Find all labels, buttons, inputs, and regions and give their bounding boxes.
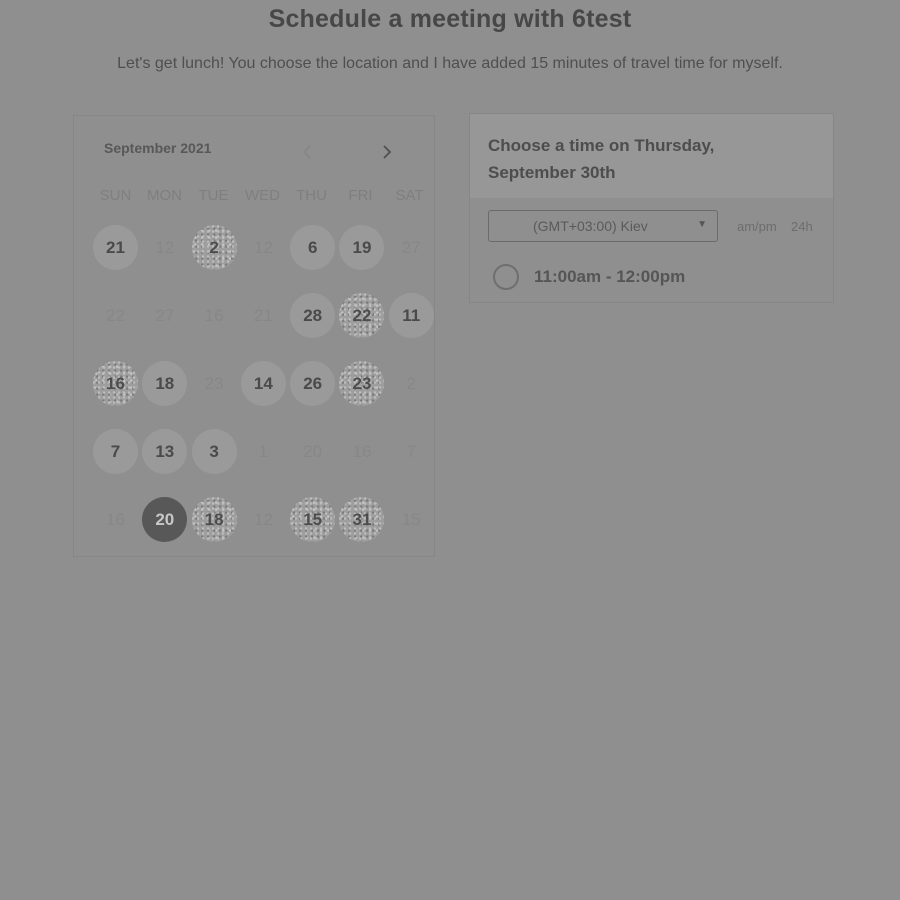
time-picker-title: Choose a time on Thursday, September 30t… [488,136,715,182]
timezone-value: (GMT+03:00) Kiev [533,218,648,234]
calendar-day: 21 [253,305,273,325]
previous-month-button[interactable] [295,140,319,164]
chevron-left-icon [302,145,311,159]
calendar-day: 22 [106,305,125,325]
weekday-label: TUE [198,187,229,204]
calendar-day: 27 [401,237,421,257]
time-slot-option[interactable]: 11:00am - 12:00pm [493,264,813,290]
next-month-button[interactable] [375,140,399,164]
format-ampm-toggle[interactable]: am/pm [737,219,777,234]
time-slot-label: 11:00am - 12:00pm [534,267,686,286]
weekday-label: WED [245,187,280,204]
calendar-day[interactable]: 26 [290,361,336,406]
calendar-day: 16 [352,441,372,461]
calendar-day[interactable]: 7 [93,429,138,474]
calendar-day: 16 [106,509,125,529]
calendar-day[interactable]: 11 [388,293,434,338]
calendar-day[interactable]: 22 [339,293,385,338]
calendar-day[interactable]: 21 [93,225,138,270]
calendar-day: 1 [258,441,269,461]
calendar-day[interactable]: 13 [142,429,188,474]
weekday-label: SAT [395,187,424,204]
calendar-day[interactable]: 16 [93,361,138,406]
caret-down-icon: ▼ [697,219,707,230]
calendar-day: 27 [155,305,175,325]
calendar-day-selected[interactable]: 20 [142,497,188,542]
calendar-day: 12 [253,509,273,529]
calendar-day: 12 [155,237,175,257]
calendar-day[interactable]: 31 [339,497,385,542]
calendar-day: 15 [401,509,421,529]
calendar-day: 12 [253,237,273,257]
radio-button[interactable] [493,264,519,290]
chevron-right-icon [383,145,392,159]
calendar-day[interactable]: 2 [191,225,237,270]
calendar-day: 2 [406,373,417,393]
time-picker-panel: Choose a time on Thursday, September 30t… [469,113,834,303]
calendar-day: 16 [204,305,224,325]
calendar-day[interactable]: 14 [240,361,286,406]
page-title: Schedule a meeting with 6test [268,5,632,33]
calendar-day[interactable]: 28 [290,293,336,338]
weekday-label: MON [147,187,182,204]
time-picker-header: Choose a time on Thursday, September 30t… [470,114,833,198]
weekday-label: THU [296,187,327,204]
timezone-select[interactable]: (GMT+03:00) Kiev ▼ [488,210,718,242]
calendar-day: 23 [204,373,224,393]
calendar-day[interactable]: 19 [339,225,385,270]
calendar-day: 7 [406,441,417,461]
calendar-panel: September 2021 SUN MON TUE WED THU FRI SAT 21 1… [73,115,435,557]
calendar-month-label: September 2021 [104,140,212,156]
page-subtitle: Let's get lunch! You choose the location… [117,55,783,72]
weekday-label: SUN [99,187,132,204]
calendar-day[interactable]: 3 [191,429,237,474]
weekday-header-row: SUN MON TUE WED THU FRI SAT [91,187,434,204]
format-24h-toggle[interactable]: 24h [791,219,813,234]
weekday-label: FRI [348,187,373,204]
calendar-day[interactable]: 18 [142,361,188,406]
scheduling-page: Schedule a meeting with 6test Let's get … [0,0,900,900]
calendar-day[interactable]: 18 [191,497,237,542]
calendar-day-grid: 21 12 2 12 6 19 27 22 27 16 21 28 22 11 16 18 23 14 26 23 2 7… [93,225,438,565]
calendar-day[interactable]: 6 [290,225,336,270]
calendar-day[interactable]: 15 [290,497,336,542]
calendar-day: 20 [303,441,323,461]
calendar-day[interactable]: 23 [339,361,385,406]
